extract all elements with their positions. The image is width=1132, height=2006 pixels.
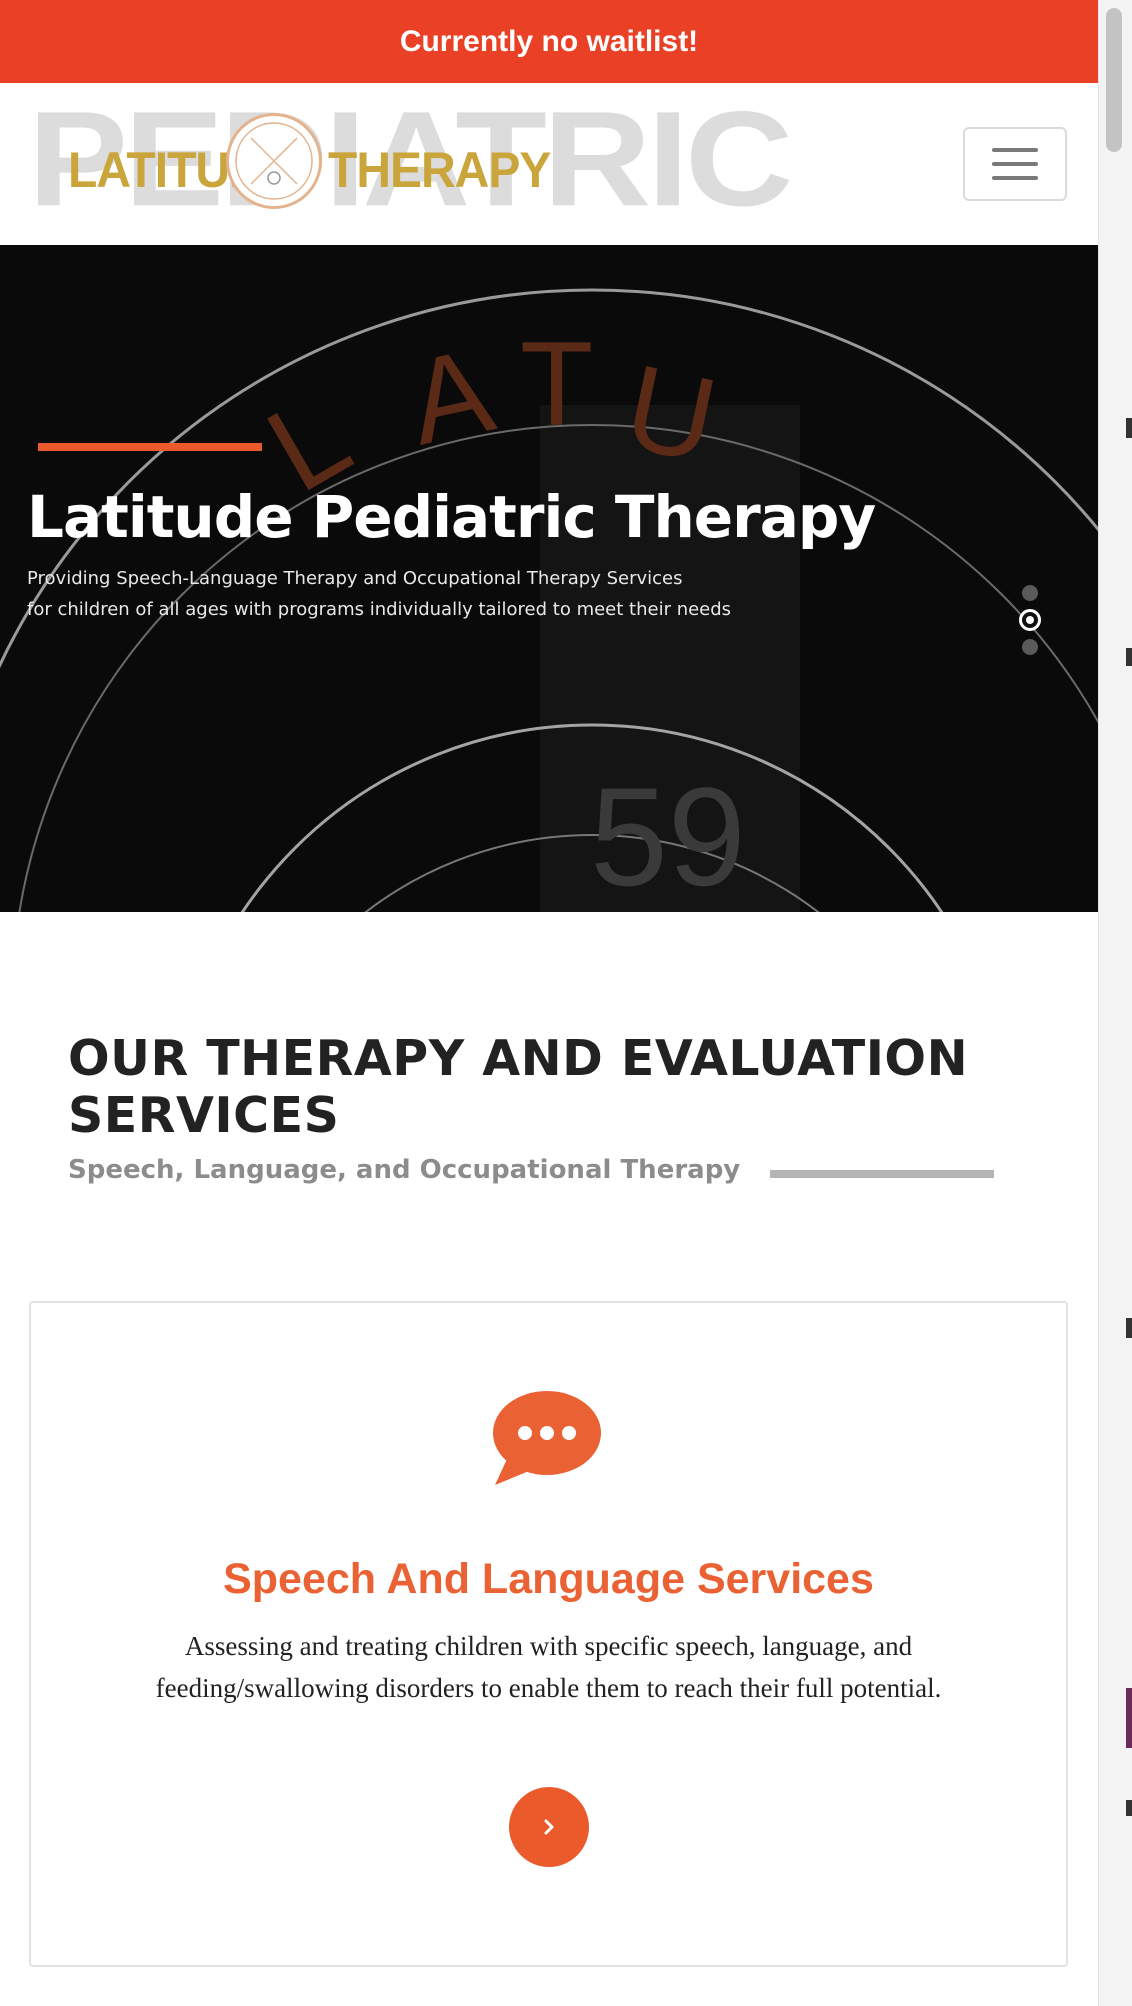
hamburger-icon (992, 148, 1038, 152)
offscreen-edge (1126, 1800, 1132, 1816)
scrollbar-thumb[interactable] (1106, 8, 1122, 152)
menu-toggle-button[interactable] (963, 127, 1067, 201)
offscreen-edge (1126, 1688, 1132, 1748)
hero-subtitle: Providing Speech-Language Therapy and Oc… (27, 563, 807, 625)
chevron-right-icon (544, 1819, 554, 1835)
announcement-banner: Currently no waitlist! (0, 0, 1098, 83)
hero-title: Latitude Pediatric Therapy (27, 483, 876, 551)
announcement-text: Currently no waitlist! (399, 24, 699, 58)
svg-text:T: T (520, 317, 593, 451)
carousel-dot-3[interactable] (1022, 639, 1038, 655)
hero-accent-line (38, 443, 262, 451)
carousel-dot-2[interactable] (1019, 609, 1041, 631)
carousel-indicators (1019, 585, 1041, 663)
speech-bubble-icon (491, 1389, 603, 1490)
carousel-dot-1[interactable] (1022, 585, 1038, 601)
hero-subtitle-line-2: for children of all ages with programs i… (27, 599, 732, 620)
card-title[interactable]: Speech And Language Services (31, 1555, 1066, 1604)
hero-subtitle-line-1: Providing Speech-Language Therapy and Oc… (27, 568, 683, 589)
site-header: PEDIATRIC LATITUDE THERAPY (0, 83, 1098, 245)
logo-word-right: THERAPY (328, 142, 551, 199)
offscreen-edge (1126, 1318, 1132, 1338)
speech-language-card: Speech And Language Services Assessing a… (29, 1301, 1068, 1967)
services-divider (770, 1170, 994, 1178)
card-description: Assessing and treating children with spe… (155, 1631, 942, 1703)
services-subheading: Speech, Language, and Occupational Thera… (68, 1155, 741, 1185)
services-heading: OUR THERAPY AND EVALUATION SERVICES (68, 1030, 969, 1144)
site-logo[interactable]: PEDIATRIC LATITUDE THERAPY (28, 91, 793, 226)
svg-text:59: 59 (590, 758, 746, 912)
offscreen-edge (1126, 648, 1132, 666)
card-more-button[interactable] (509, 1787, 589, 1867)
offscreen-edge (1126, 418, 1132, 438)
hero-carousel: L A T U 59 Latitude Pediatric Therapy Pr… (0, 245, 1098, 912)
logo-seal (226, 113, 322, 209)
